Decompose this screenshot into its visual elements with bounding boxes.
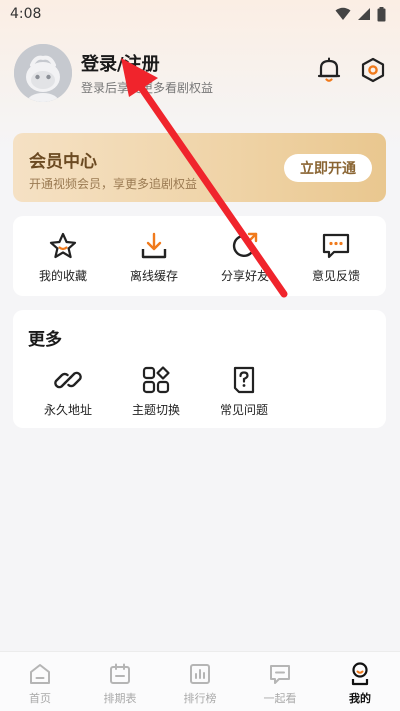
download-icon xyxy=(141,232,167,259)
tab-home-label: 首页 xyxy=(29,692,51,705)
vip-center-card[interactable]: 会员中心 开通视频会员，享更多追剧权益 立即开通 xyxy=(13,133,386,202)
bell-icon xyxy=(317,57,341,82)
share-friends-item[interactable]: 分享好友 xyxy=(200,230,290,284)
tab-ranking-label: 排行榜 xyxy=(183,692,217,705)
avatar[interactable] xyxy=(14,44,72,102)
battery-icon xyxy=(377,6,386,21)
theme-switch-item[interactable]: 主题切换 xyxy=(111,364,201,418)
profile-icon xyxy=(351,662,369,686)
tab-watch-together-label: 一起看 xyxy=(263,692,297,705)
faq-item[interactable]: 常见问题 xyxy=(199,364,289,418)
settings-hexagon-icon xyxy=(361,57,385,83)
link-icon xyxy=(54,371,82,389)
notification-button[interactable] xyxy=(315,56,343,84)
status-time: 4:08 xyxy=(10,6,42,22)
login-subtitle: 登录后享受更多看剧权益 xyxy=(81,81,214,95)
tab-home[interactable]: 首页 xyxy=(0,660,80,706)
theme-switch-label: 主题切换 xyxy=(131,403,180,417)
open-vip-button[interactable]: 立即开通 xyxy=(284,154,372,182)
tab-schedule[interactable]: 排期表 xyxy=(80,660,160,706)
star-icon xyxy=(49,232,77,259)
feedback-icon xyxy=(322,233,350,259)
quick-actions-card: 我的收藏 离线缓存 分享好友 意见反馈 xyxy=(13,216,386,296)
wifi-icon xyxy=(335,7,351,20)
profile-header: 登录/注册 登录后享受更多看剧权益 xyxy=(0,40,400,110)
share-icon xyxy=(232,232,258,257)
favorites-item[interactable]: 我的收藏 xyxy=(18,230,108,284)
offline-cache-label: 离线缓存 xyxy=(129,269,178,283)
login-register-link[interactable]: 登录/注册 xyxy=(81,50,160,76)
share-friends-label: 分享好友 xyxy=(220,269,269,283)
faq-label: 常见问题 xyxy=(219,403,268,417)
bottom-tab-bar: 首页 排期表 排行榜 一起看 我的 xyxy=(0,651,400,711)
theme-icon xyxy=(142,366,170,394)
offline-cache-item[interactable]: 离线缓存 xyxy=(109,230,199,284)
permanent-address-label: 永久地址 xyxy=(43,403,92,417)
vip-title: 会员中心 xyxy=(29,152,97,172)
more-card: 更多 永久地址 主题切换 常见问题 xyxy=(13,310,386,428)
faq-icon xyxy=(233,366,255,394)
more-title: 更多 xyxy=(28,330,62,350)
tab-ranking[interactable]: 排行榜 xyxy=(160,660,240,706)
status-icons xyxy=(335,6,386,22)
tab-watch-together[interactable]: 一起看 xyxy=(240,660,320,706)
home-icon xyxy=(30,664,50,684)
tab-schedule-label: 排期表 xyxy=(103,692,137,705)
feedback-label: 意见反馈 xyxy=(311,269,360,283)
watch-together-icon xyxy=(270,665,290,684)
favorites-label: 我的收藏 xyxy=(38,269,87,283)
default-avatar-icon xyxy=(14,44,72,102)
ranking-icon xyxy=(190,664,210,684)
vip-subtitle: 开通视频会员，享更多追剧权益 xyxy=(29,177,198,191)
tab-profile-label: 我的 xyxy=(349,692,371,705)
settings-button[interactable] xyxy=(359,56,387,84)
permanent-address-item[interactable]: 永久地址 xyxy=(23,364,113,418)
signal-icon xyxy=(358,8,370,20)
tab-profile[interactable]: 我的 xyxy=(320,660,400,706)
calendar-icon xyxy=(110,663,130,684)
feedback-item[interactable]: 意见反馈 xyxy=(291,230,381,284)
status-bar: 4:08 xyxy=(0,0,400,28)
